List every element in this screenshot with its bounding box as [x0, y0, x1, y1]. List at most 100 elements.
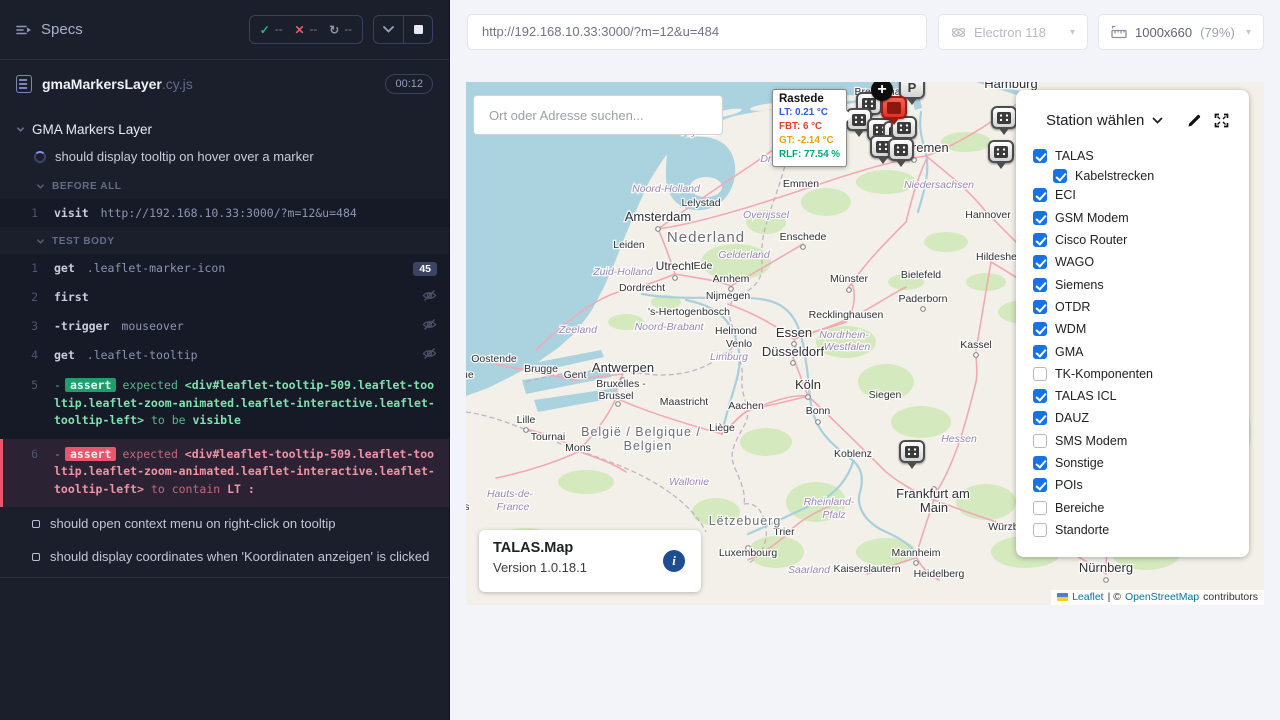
layer-toggle-item[interactable]: Siemens [1033, 273, 1249, 295]
layer-toggle-item[interactable]: GSM Modem [1033, 207, 1249, 229]
map-label: Amiens [466, 501, 470, 513]
assert-row-passed[interactable]: 5-assertexpected <div#leaflet-tooltip-50… [0, 370, 449, 439]
aut-url-bar[interactable]: http://192.168.10.33:3000/?m=12&u=484 [467, 14, 927, 50]
checkbox[interactable] [1033, 434, 1047, 448]
stop-icon [414, 25, 423, 34]
checkbox[interactable] [1033, 300, 1047, 314]
map-label: Pfalz [822, 509, 846, 521]
map-label: Dunkerque [466, 369, 474, 381]
map-label: Noord-Holland [632, 183, 701, 195]
checkbox[interactable] [1033, 411, 1047, 425]
ruler-icon [1111, 25, 1127, 39]
checkbox[interactable] [1033, 367, 1047, 381]
layer-toggle-item[interactable]: TALAS [1033, 145, 1249, 167]
spec-file-row[interactable]: gmaMarkersLayer.cy.js 00:12 [0, 60, 449, 106]
osm-link[interactable]: OpenStreetMap [1125, 591, 1199, 603]
checkbox[interactable] [1033, 456, 1047, 470]
layer-toggle-item[interactable]: Sonstige [1033, 452, 1249, 474]
edit-pencil-icon[interactable] [1187, 113, 1202, 128]
collapse-button[interactable] [374, 16, 403, 43]
map-label: Ede [694, 260, 713, 272]
leaflet-link[interactable]: Leaflet [1072, 591, 1104, 603]
layer-toggle-item[interactable]: WAGO [1033, 251, 1249, 273]
layer-toggle-item[interactable]: Standorte [1033, 519, 1249, 541]
command-row[interactable]: 1visithttp://192.168.10.33:3000/?m=12&u=… [0, 199, 449, 227]
checkbox[interactable] [1033, 255, 1047, 269]
chevron-down-icon[interactable] [1152, 117, 1163, 125]
hidden-eye-icon [422, 289, 437, 302]
layer-toggle-item[interactable]: POIs [1033, 474, 1249, 496]
layer-toggle-item[interactable]: TALAS ICL [1033, 385, 1249, 407]
info-icon[interactable]: i [663, 550, 685, 572]
checkbox[interactable] [1033, 322, 1047, 336]
layer-toggle-item[interactable]: WDM [1033, 318, 1249, 340]
marker-tooltip[interactable]: Rastede LT: 0.21 °CFBT: 6 °CGT: -2.14 °C… [772, 89, 847, 167]
command-row[interactable]: 1get.leaflet-marker-icon45 [0, 254, 449, 283]
map-label: France [497, 501, 530, 513]
test-body-commands: 1get.leaflet-marker-icon452first3-trigge… [0, 254, 449, 507]
leaflet-map[interactable]: LilleTournaiMonsAmiensOostendeBruggeGent… [466, 82, 1264, 605]
command-row[interactable]: 4get.leaflet-tooltip [0, 341, 449, 370]
checkbox[interactable] [1033, 211, 1047, 225]
pending-test-row[interactable]: should display coordinates when 'Koordin… [0, 540, 449, 573]
checkbox[interactable] [1033, 278, 1047, 292]
fullscreen-expand-icon[interactable] [1214, 113, 1229, 128]
refresh-icon: ↻ [329, 23, 339, 37]
section-test-body[interactable]: TEST BODY [0, 227, 449, 254]
map-label: Noord-Brabant [635, 321, 705, 333]
map-label: Mannheim [891, 547, 940, 559]
specs-menu-button[interactable]: Specs [16, 21, 83, 38]
pending-test-row[interactable]: should open context menu on right-click … [0, 507, 449, 540]
map-label: Venlo [726, 338, 752, 350]
map-label: Kassel [960, 339, 992, 351]
station-marker[interactable] [899, 440, 925, 463]
map-label: Helmond [715, 325, 757, 337]
divider [0, 577, 449, 578]
search-input[interactable] [473, 95, 723, 135]
runnables-list: GMA Markers Layer should display tooltip… [0, 106, 449, 578]
map-label: Frankfurt am [896, 486, 970, 501]
city-dot [816, 420, 821, 425]
assert-row-failed[interactable]: 6-assertexpected <div#leaflet-tooltip-50… [0, 439, 449, 508]
station-marker[interactable] [888, 138, 914, 161]
browser-selector[interactable]: Electron 118 ▾ [938, 14, 1088, 50]
map-label: Nordrhein- [819, 329, 869, 341]
layer-toggle-item[interactable]: GMA [1033, 340, 1249, 362]
checkbox[interactable] [1033, 523, 1047, 537]
checkbox[interactable] [1033, 345, 1047, 359]
checkbox[interactable] [1053, 169, 1067, 183]
layer-toggle-item[interactable]: Bereiche [1033, 496, 1249, 518]
browser-label: Electron 118 [974, 25, 1046, 40]
map-label: Rheinland- [804, 496, 855, 508]
checkbox[interactable] [1033, 188, 1047, 202]
checkbox[interactable] [1033, 389, 1047, 403]
map-label: Hessen [941, 433, 977, 445]
app-version: Version 1.0.18.1 [493, 560, 687, 575]
layer-toggle-item[interactable]: Kabelstrecken [1053, 167, 1249, 184]
spec-file-icon [16, 75, 32, 93]
active-test-row[interactable]: should display tooltip on hover over a m… [0, 141, 449, 172]
checkbox[interactable] [1033, 149, 1047, 163]
suite-row[interactable]: GMA Markers Layer [0, 118, 449, 141]
command-row[interactable]: 2first [0, 283, 449, 312]
stat-pending: ↻-- [329, 23, 352, 37]
map-label: Arnhem [713, 273, 750, 285]
assert-badge: assert [65, 447, 117, 461]
checkbox[interactable] [1033, 501, 1047, 515]
layer-toggle-item[interactable]: TK-Komponenten [1033, 363, 1249, 385]
layer-toggle-item[interactable]: Cisco Router [1033, 229, 1249, 251]
map-label: Luxembourg [719, 547, 778, 559]
command-row[interactable]: 3-triggermouseover [0, 312, 449, 341]
section-before-all[interactable]: BEFORE ALL [0, 172, 449, 199]
layer-toggle-item[interactable]: DAUZ [1033, 407, 1249, 429]
station-marker[interactable] [991, 106, 1017, 129]
station-marker[interactable] [988, 140, 1014, 163]
checkbox[interactable] [1033, 478, 1047, 492]
layer-toggle-item[interactable]: ECI [1033, 184, 1249, 206]
viewport-selector[interactable]: 1000x660 (79%) ▾ [1098, 14, 1264, 50]
cabinet-icon [905, 446, 919, 458]
stop-button[interactable] [403, 16, 432, 43]
checkbox[interactable] [1033, 233, 1047, 247]
layer-toggle-item[interactable]: OTDR [1033, 296, 1249, 318]
layer-toggle-item[interactable]: SMS Modem [1033, 430, 1249, 452]
